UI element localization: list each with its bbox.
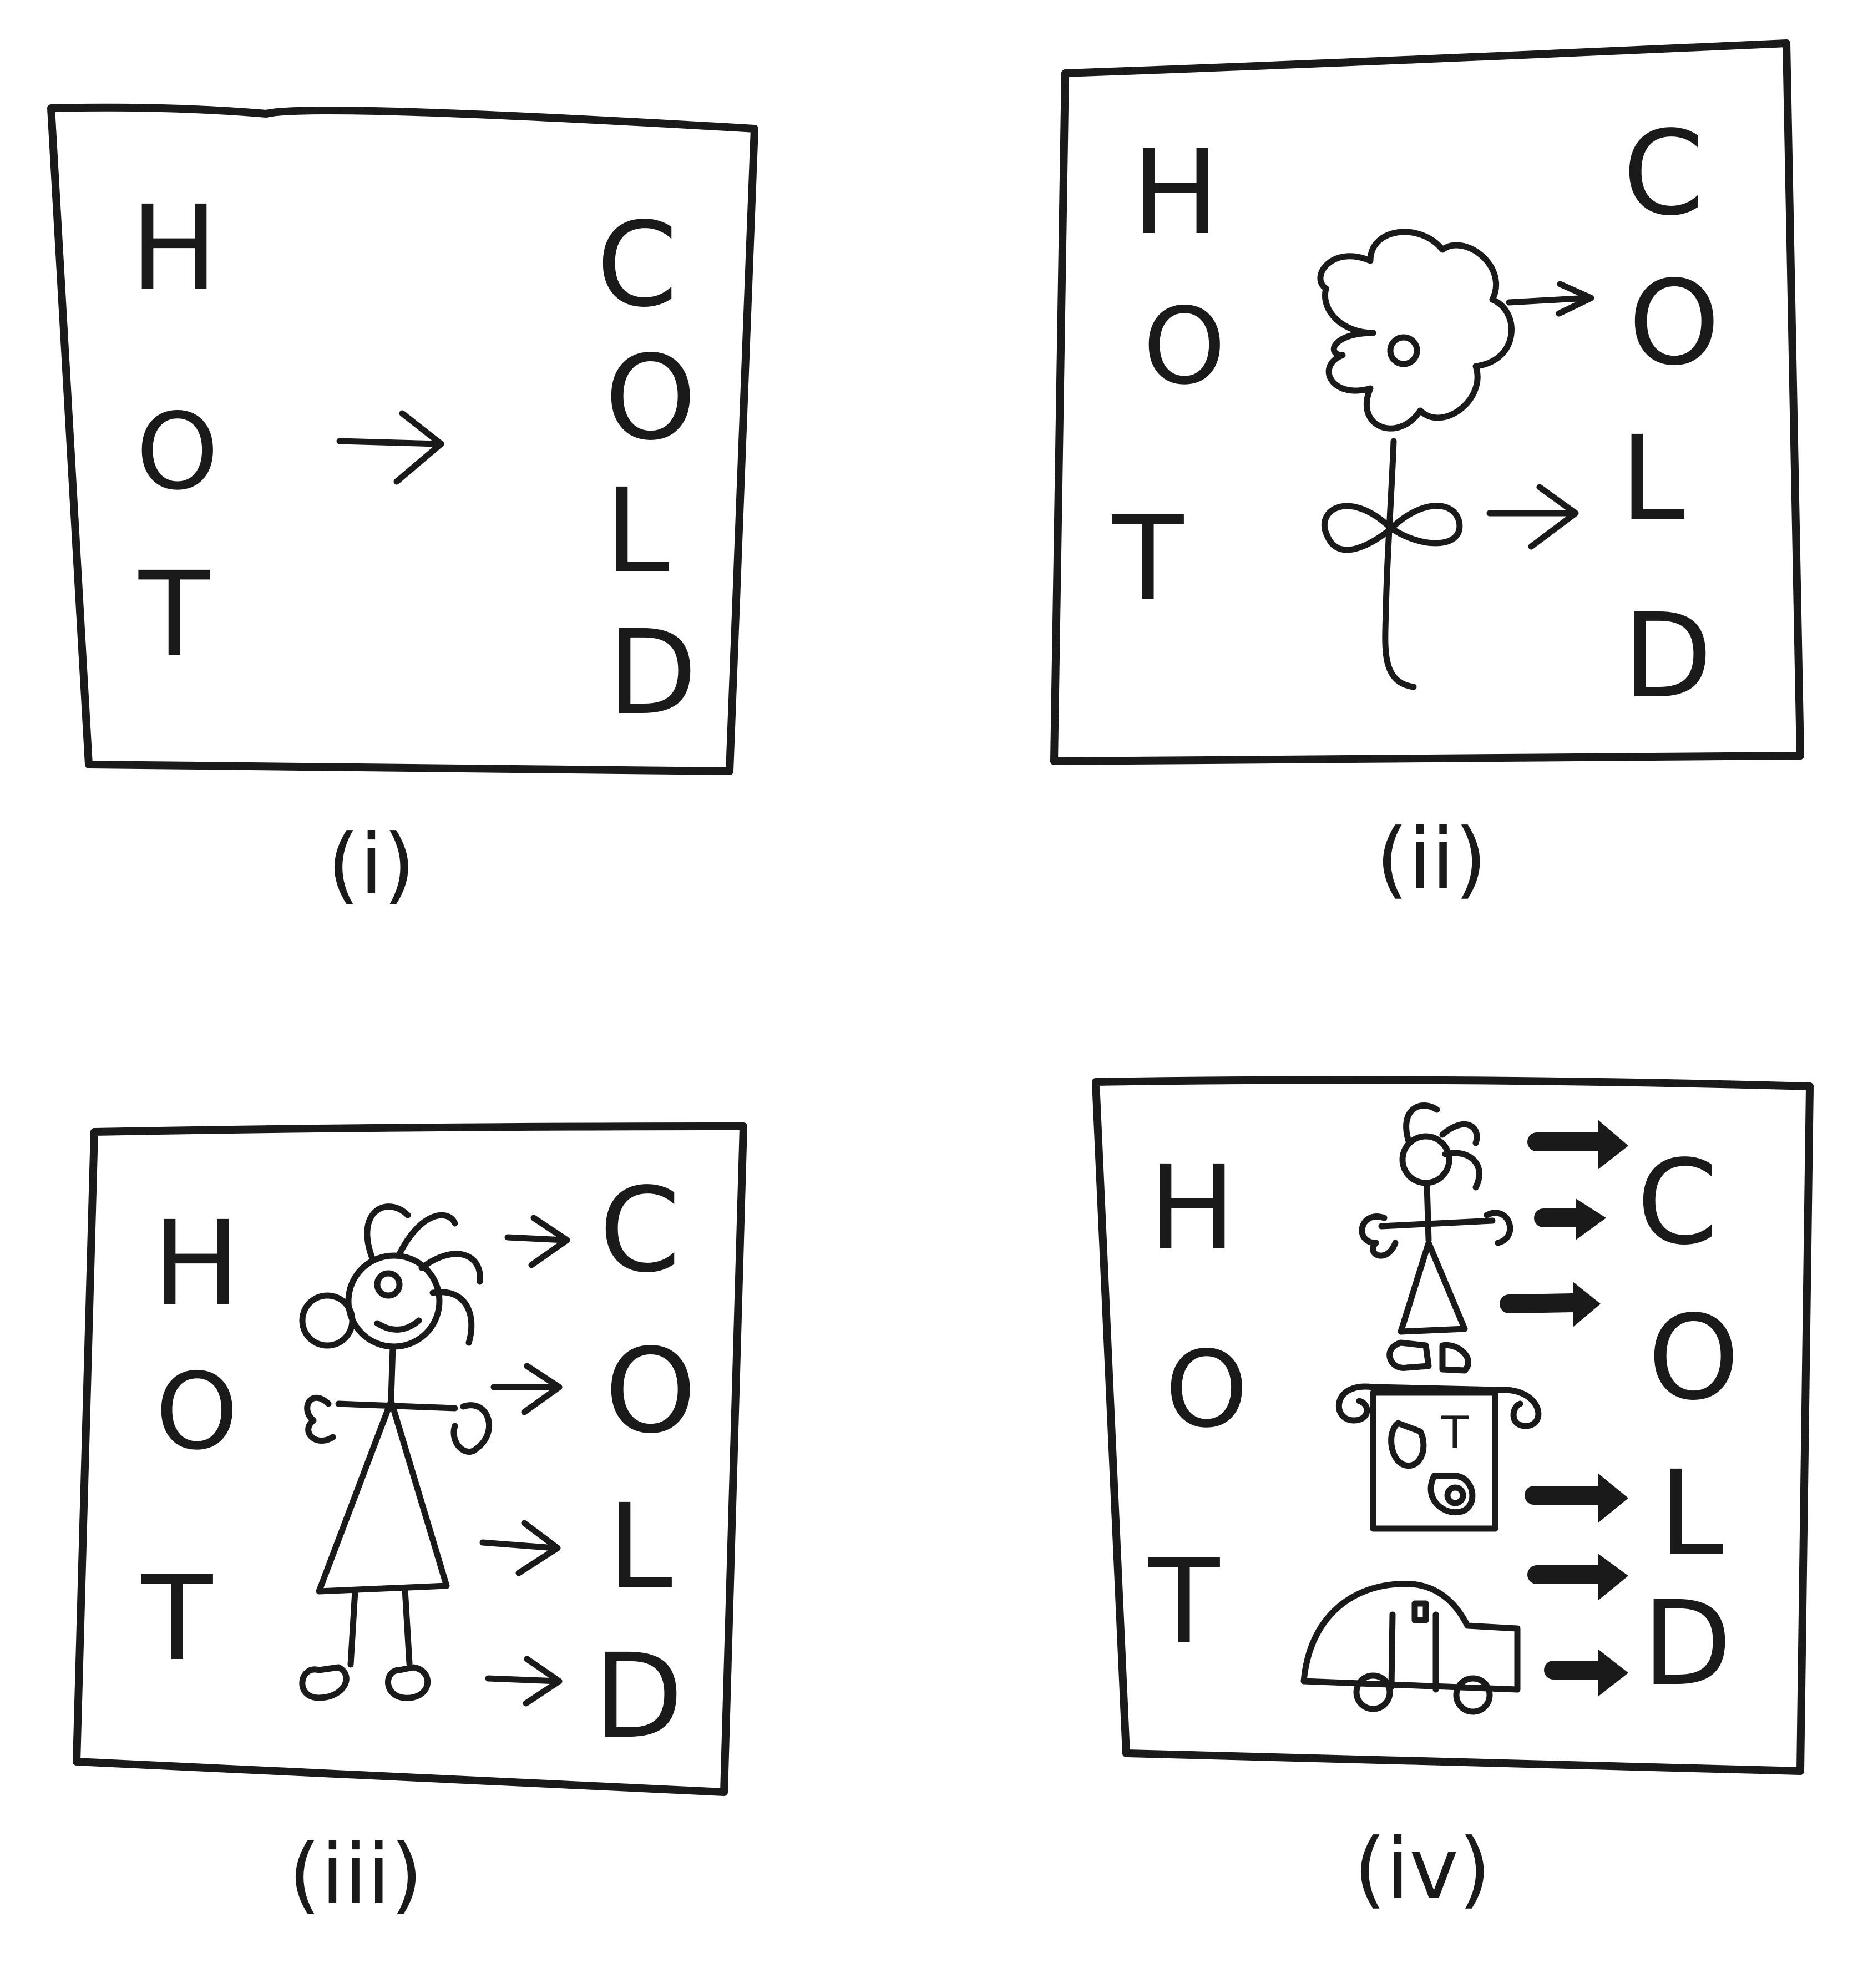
panel-iv-letter-c: C bbox=[1637, 1135, 1718, 1271]
panel-ii-letter-o2: O bbox=[1628, 255, 1720, 391]
panel-iv-car bbox=[1300, 1580, 1521, 1715]
panel-i-letter-o: O bbox=[136, 391, 219, 513]
panel-ii-letter-h: H bbox=[1132, 125, 1219, 261]
panel-iii-letter-t: T bbox=[141, 1551, 213, 1687]
panel-iii-letter-o2: O bbox=[605, 1323, 696, 1459]
panel-i-letter-t: T bbox=[138, 547, 210, 682]
diagram-canvas: H O T C O L D (i) H O T C O L D (ii) H O… bbox=[47, 39, 1814, 1923]
panel-iv-bold-arrow-2 bbox=[1534, 1198, 1606, 1240]
panel-i-caption: (i) bbox=[327, 817, 416, 913]
panel-iii-letter-h: H bbox=[153, 1196, 240, 1332]
panel-iii-arrow-3 bbox=[479, 1520, 561, 1576]
panel-iii-arrow-4 bbox=[485, 1656, 563, 1707]
panel-iv-letter-l: L bbox=[1659, 1445, 1724, 1581]
panel-iii-arrow-1 bbox=[504, 1215, 570, 1268]
panel-iii-letter-c: C bbox=[599, 1162, 681, 1298]
panel-ii: H O T C O L D (ii) bbox=[1050, 39, 1804, 908]
panel-iii-letter-d: D bbox=[594, 1628, 684, 1764]
panel-ii-letter-o: O bbox=[1143, 285, 1226, 408]
panel-iii: H O T C O L D (iii) bbox=[73, 1122, 747, 1923]
panel-iv-stick-figure bbox=[1359, 1102, 1513, 1374]
panel-ii-letter-l: L bbox=[1620, 411, 1685, 547]
panel-iv-house-letter: T bbox=[1441, 1407, 1469, 1459]
panel-iv-bold-arrow-3 bbox=[1500, 1282, 1601, 1327]
panel-i-arrow bbox=[336, 410, 444, 485]
panel-ii-letter-d: D bbox=[1623, 588, 1713, 724]
panel-iv-letter-h: H bbox=[1148, 1140, 1236, 1276]
panel-i-letter-d: D bbox=[607, 605, 697, 741]
panel-iv: H O T T C O L D (iv) bbox=[1092, 1076, 1814, 1918]
panel-iii-stick-figure bbox=[299, 1203, 493, 1701]
panel-ii-flower bbox=[1317, 229, 1515, 690]
panel-ii-arrow-1 bbox=[1506, 281, 1594, 317]
panel-iii-caption: (iii) bbox=[288, 1827, 423, 1923]
panel-iv-letter-d: D bbox=[1642, 1576, 1732, 1712]
panel-iii-letter-l: L bbox=[607, 1479, 672, 1615]
panel-ii-letter-c: C bbox=[1623, 105, 1704, 241]
panel-iv-bold-arrow-1 bbox=[1527, 1120, 1628, 1170]
panel-iv-bold-arrow-5 bbox=[1527, 1554, 1628, 1601]
panel-i-letter-h: H bbox=[130, 180, 218, 316]
panel-iii-arrow-2 bbox=[490, 1363, 563, 1415]
panel-iv-bold-arrow-6 bbox=[1544, 1649, 1628, 1697]
panel-iii-letter-o: O bbox=[155, 1350, 239, 1473]
panel-iv-house: T bbox=[1335, 1383, 1542, 1532]
panel-ii-letter-t: T bbox=[1112, 491, 1184, 627]
panel-i-letter-c: C bbox=[596, 197, 678, 333]
panel-i-letter-o2: O bbox=[605, 330, 696, 466]
panel-iv-bold-arrow-4 bbox=[1525, 1473, 1628, 1523]
panel-iv-letter-o2: O bbox=[1648, 1290, 1739, 1426]
panel-iv-letter-t: T bbox=[1148, 1534, 1220, 1670]
panel-ii-caption: (ii) bbox=[1376, 811, 1487, 908]
panel-iv-letter-o: O bbox=[1165, 1328, 1248, 1451]
panel-ii-arrow-2 bbox=[1486, 484, 1579, 550]
panel-i-letter-l: L bbox=[605, 463, 670, 599]
panel-iv-caption: (iv) bbox=[1354, 1821, 1491, 1918]
panel-i: H O T C O L D (i) bbox=[47, 103, 758, 913]
